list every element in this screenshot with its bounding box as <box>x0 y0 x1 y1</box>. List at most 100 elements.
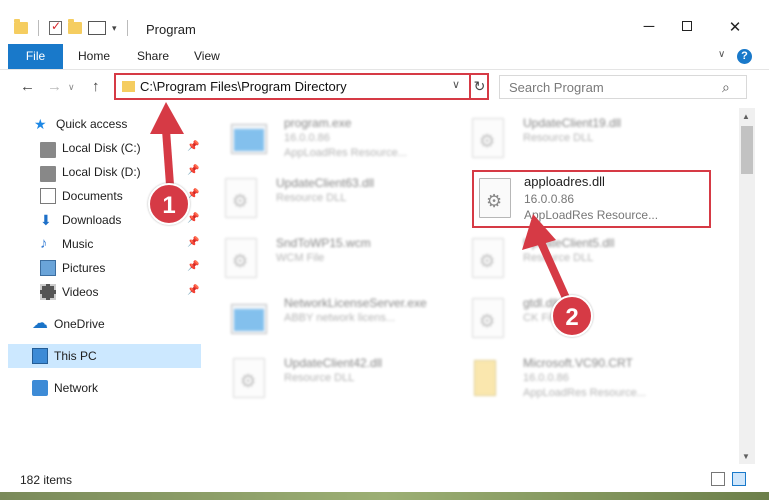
sidebar-item-documents[interactable]: Documents <box>40 184 123 208</box>
properties-check-icon[interactable] <box>49 19 62 35</box>
expand-ribbon-icon[interactable]: ∨ <box>718 49 725 60</box>
refresh-icon[interactable]: ↻ <box>469 74 488 99</box>
file-type: Resource DLL <box>276 192 347 204</box>
ribbon-tabs: File Home Share View ∨ ? <box>0 44 769 70</box>
file-version: 16.0.0.86 <box>523 372 569 384</box>
search-icon[interactable]: ⌕ <box>722 79 730 96</box>
file-item[interactable]: UpdateClient19.dll Resource DLL <box>468 112 708 168</box>
view-menu-icon[interactable] <box>88 21 106 35</box>
close-button[interactable]: ✕ <box>712 18 758 36</box>
file-item[interactable]: UpdateClient5.dll Resource DLL <box>468 232 708 288</box>
scroll-up-icon[interactable]: ▲ <box>742 112 750 121</box>
folder-icon <box>122 81 135 92</box>
navigation-bar: ← → ∨ ↑ C:\Program Files\Program Directo… <box>0 71 769 103</box>
up-arrow-icon[interactable]: ↑ <box>92 78 100 95</box>
wcm-file-icon <box>221 234 261 282</box>
recent-locations-dropdown-icon[interactable]: ∨ <box>68 82 75 93</box>
address-bar[interactable]: C:\Program Files\Program Directory ∨ ↻ <box>114 73 489 100</box>
disk-icon <box>40 142 56 158</box>
pin-icon[interactable]: 📌 <box>187 285 199 296</box>
sidebar-item-videos[interactable]: Videos <box>40 280 98 304</box>
sidebar-item-music[interactable]: ♪ Music <box>40 232 93 256</box>
file-item[interactable]: SndToWP15.wcm WCM File <box>221 232 461 288</box>
sidebar-item-quick-access[interactable]: ★ Quick access <box>34 112 127 136</box>
crt-folder-icon <box>468 354 508 402</box>
highlight-box <box>472 170 711 228</box>
sidebar-item-pictures[interactable]: Pictures <box>40 256 105 280</box>
file-type: WCM File <box>276 252 325 264</box>
file-type: ABBY network licens... <box>284 312 396 324</box>
sidebar-item-label: Local Disk (D:) <box>62 165 141 179</box>
sidebar-item-onedrive[interactable]: ☁ OneDrive <box>32 312 105 336</box>
details-view-icon[interactable] <box>711 472 725 486</box>
sidebar-item-network[interactable]: Network <box>32 376 98 400</box>
sidebar-item-label: Music <box>62 237 94 251</box>
tab-view[interactable]: View <box>194 44 220 69</box>
item-count: 182 items <box>20 473 73 487</box>
cloud-icon: ☁ <box>32 315 48 332</box>
file-description: AppLoadRes Resource... <box>284 147 407 159</box>
sidebar-item-local-disk-c[interactable]: Local Disk (C:) <box>40 136 141 160</box>
pin-icon[interactable]: 📌 <box>187 261 199 272</box>
sidebar-item-label: OneDrive <box>54 317 105 331</box>
navigation-pane: ★ Quick access Local Disk (C:) 📌 Local D… <box>0 108 201 464</box>
file-item[interactable]: program.exe 16.0.0.86 AppLoadRes Resourc… <box>229 112 469 168</box>
file-description: AppLoadRes Resource... <box>523 387 646 399</box>
address-dropdown-icon[interactable]: ∨ <box>452 78 460 91</box>
scroll-thumb[interactable] <box>741 126 753 174</box>
step-2-badge: 2 <box>551 295 593 337</box>
customize-toolbar-dropdown-icon[interactable]: ▾ <box>112 23 117 34</box>
documents-icon <box>40 188 56 204</box>
desktop-background-strip <box>0 492 769 500</box>
scroll-down-icon[interactable]: ▼ <box>742 452 750 461</box>
sidebar-item-local-disk-d[interactable]: Local Disk (D:) <box>40 160 141 184</box>
maximize-button[interactable] <box>664 18 710 35</box>
dll-file-icon <box>468 114 508 162</box>
file-item[interactable]: UpdateClient42.dll Resource DLL <box>229 352 469 408</box>
dll-file-icon <box>468 234 508 282</box>
star-icon: ★ <box>34 116 47 132</box>
forward-arrow-icon[interactable]: → <box>47 78 62 95</box>
file-item[interactable]: UpdateClient63.dll Resource DLL <box>221 172 461 228</box>
pin-icon[interactable]: 📌 <box>187 165 199 176</box>
title-bar: ▾ Program ─ ✕ <box>0 0 769 44</box>
file-item[interactable]: NetworkLicenseServer.exe ABBY network li… <box>229 292 469 348</box>
dll-file-icon <box>468 294 508 342</box>
search-input[interactable]: Search Program ⌕ <box>499 75 747 99</box>
vertical-scrollbar[interactable]: ▲ ▼ <box>739 108 755 464</box>
file-name: program.exe <box>284 116 352 130</box>
pin-icon[interactable]: 📌 <box>187 141 199 152</box>
sidebar-item-downloads[interactable]: ⬇ Downloads <box>40 208 121 232</box>
large-icons-view-icon[interactable] <box>732 472 746 486</box>
status-bar: 182 items <box>0 466 769 492</box>
address-path[interactable]: C:\Program Files\Program Directory <box>140 79 347 94</box>
folder-icon[interactable] <box>14 19 28 34</box>
dll-file-icon <box>229 354 269 402</box>
file-name: UpdateClient5.dll <box>523 236 615 250</box>
tab-home[interactable]: Home <box>78 44 110 69</box>
sidebar-item-label: Videos <box>62 285 99 299</box>
toolbar-divider <box>126 20 128 36</box>
file-name: NetworkLicenseServer.exe <box>284 296 427 310</box>
pin-icon[interactable]: 📌 <box>187 237 199 248</box>
tab-file[interactable]: File <box>8 44 63 69</box>
help-icon[interactable]: ? <box>737 49 752 64</box>
computer-icon <box>32 348 48 364</box>
window-title: Program <box>146 22 196 37</box>
file-name: UpdateClient42.dll <box>284 356 383 370</box>
back-arrow-icon[interactable]: ← <box>20 78 35 95</box>
sidebar-item-label: Pictures <box>62 261 106 275</box>
sidebar-item-label: Documents <box>62 189 123 203</box>
download-icon: ⬇ <box>40 212 52 228</box>
file-item[interactable]: Microsoft.VC90.CRT 16.0.0.86 AppLoadRes … <box>468 352 708 408</box>
sidebar-item-label: Local Disk (C:) <box>62 141 141 155</box>
sidebar-item-label: Network <box>54 381 99 395</box>
pin-icon[interactable]: 📌 <box>187 213 199 224</box>
disk-icon <box>40 166 56 182</box>
file-name: SndToWP15.wcm <box>276 236 371 250</box>
tab-share[interactable]: Share <box>137 44 169 69</box>
videos-icon <box>40 284 56 300</box>
new-folder-icon[interactable] <box>68 19 82 34</box>
file-list: program.exe 16.0.0.86 AppLoadRes Resourc… <box>201 108 739 464</box>
sidebar-item-this-pc[interactable]: This PC <box>32 344 97 368</box>
